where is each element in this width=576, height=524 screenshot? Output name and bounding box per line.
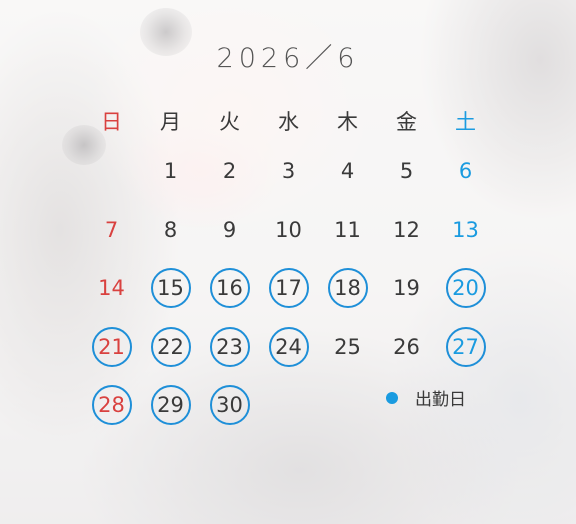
day-number: 2 — [222, 159, 237, 184]
day-number: 10 — [275, 217, 302, 242]
working-day-number: 21 — [91, 326, 132, 367]
day-number: 11 — [334, 217, 361, 242]
day-number: 3 — [281, 159, 296, 184]
legend-dot-icon — [386, 391, 398, 404]
working-day-number: 22 — [150, 326, 191, 367]
calendar-day-cell: 2 — [200, 151, 259, 191]
calendar-day-cell: 26 — [377, 327, 436, 367]
day-number: 14 — [98, 276, 125, 301]
calendar-day-cell: 27 — [436, 326, 495, 367]
calendar-week-row: 21 22 23 24 25 26 27 — [82, 318, 495, 377]
working-day-number: 30 — [209, 385, 250, 426]
day-number: 8 — [163, 217, 178, 242]
calendar-day-cell: 17 — [259, 268, 318, 309]
day-number: 26 — [393, 334, 420, 359]
day-number: 25 — [334, 334, 361, 359]
calendar-day-cell: 14 — [82, 268, 141, 308]
day-number: 19 — [393, 276, 420, 301]
working-day-number: 27 — [445, 326, 486, 367]
calendar-day-cell: 3 — [259, 151, 318, 191]
calendar-day-cell: 10 — [259, 210, 318, 250]
weekday-label-sun: 日 — [101, 110, 122, 134]
calendar-day-cell: 5 — [377, 151, 436, 191]
calendar-week-row: 1 2 3 4 5 6 — [82, 142, 495, 201]
working-day-number: 16 — [209, 268, 250, 309]
calendar-day-cell: 23 — [200, 326, 259, 367]
calendar-day-cell: 11 — [318, 210, 377, 250]
calendar-day-cell: 15 — [141, 268, 200, 309]
day-number: 6 — [458, 159, 473, 184]
calendar-day-cell: 7 — [82, 210, 141, 250]
legend: 出勤日 — [386, 385, 466, 410]
calendar-day-cell: 19 — [377, 268, 436, 308]
weekday-label-sat: 土 — [455, 110, 476, 134]
calendar-day-cell: 28 — [82, 385, 141, 426]
calendar-day-cell: 24 — [259, 326, 318, 367]
calendar-day-cell: 13 — [436, 210, 495, 250]
working-day-number: 20 — [445, 268, 486, 309]
calendar-day-cell: 4 — [318, 151, 377, 191]
day-number: 12 — [393, 217, 420, 242]
calendar-day-cell: 25 — [318, 327, 377, 367]
calendar-day-cell: 20 — [436, 268, 495, 309]
day-number: 7 — [104, 217, 119, 242]
working-day-number: 29 — [150, 385, 191, 426]
calendar-day-cell: 30 — [200, 385, 259, 426]
weekday-label-mon: 月 — [160, 110, 181, 134]
day-number: 4 — [340, 159, 355, 184]
calendar-day-cell: 12 — [377, 210, 436, 250]
weekday-label-wed: 水 — [278, 110, 299, 134]
calendar-day-cell: 21 — [82, 326, 141, 367]
calendar-week-row: 14 15 16 17 18 19 20 — [82, 259, 495, 318]
day-number: 13 — [452, 217, 479, 242]
weekday-header-row: 日 月 火 水 木 金 土 — [82, 100, 495, 142]
calendar-day-cell: 22 — [141, 326, 200, 367]
calendar-day-cell: 18 — [318, 268, 377, 309]
calendar-week-row: 7 8 9 10 11 12 13 — [82, 201, 495, 260]
weekday-label-thu: 木 — [337, 110, 358, 134]
month-title: 2026／6 — [216, 43, 360, 74]
calendar-day-cell: 1 — [141, 151, 200, 191]
day-number: 9 — [222, 217, 237, 242]
working-day-number: 15 — [150, 268, 191, 309]
working-day-number: 18 — [327, 268, 368, 309]
day-number: 1 — [163, 159, 178, 184]
calendar-day-cell: 16 — [200, 268, 259, 309]
working-day-number: 24 — [268, 326, 309, 367]
working-day-number: 28 — [91, 385, 132, 426]
calendar-day-cell: 9 — [200, 210, 259, 250]
calendar-day-cell: 6 — [436, 151, 495, 191]
legend-label: 出勤日 — [415, 390, 466, 410]
weekday-label-tue: 火 — [219, 110, 240, 134]
working-day-number: 23 — [209, 326, 250, 367]
weekday-label-fri: 金 — [396, 110, 417, 134]
day-number: 5 — [399, 159, 414, 184]
calendar-day-cell: 8 — [141, 210, 200, 250]
calendar-day-cell: 29 — [141, 385, 200, 426]
working-day-number: 17 — [268, 268, 309, 309]
